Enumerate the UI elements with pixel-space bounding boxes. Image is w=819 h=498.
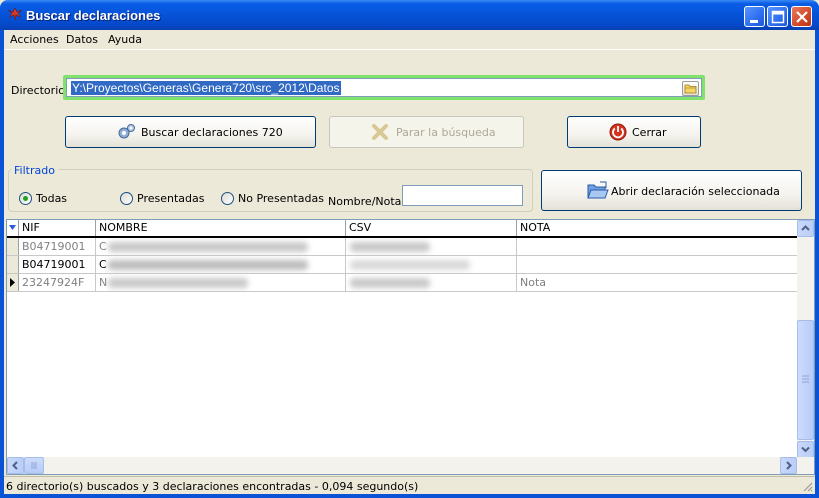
radio-no-presentadas-label: No Presentadas bbox=[238, 192, 324, 205]
open-declaration-button[interactable]: Abrir declaración seleccionada bbox=[541, 170, 802, 211]
status-bar: 6 directorio(s) buscados y 3 declaracion… bbox=[4, 476, 815, 494]
menu-datos[interactable]: Datos bbox=[66, 33, 98, 46]
directory-label: Directorio: bbox=[11, 84, 69, 97]
column-header-nif[interactable]: NIF bbox=[19, 220, 96, 236]
app-icon bbox=[7, 8, 23, 21]
menu-bar: Acciones Datos Ayuda bbox=[4, 30, 815, 50]
folder-icon bbox=[684, 84, 697, 94]
open-folder-icon bbox=[587, 181, 609, 199]
row-pointer-icon bbox=[10, 278, 15, 287]
cell-csv bbox=[346, 238, 517, 255]
horizontal-scroll-thumb[interactable] bbox=[24, 457, 44, 474]
stop-cross-icon bbox=[372, 124, 388, 140]
power-icon bbox=[609, 123, 627, 141]
filter-legend: Filtrado bbox=[11, 164, 58, 177]
cell-nif: B04719001 bbox=[19, 238, 96, 255]
scroll-right-button[interactable] bbox=[780, 457, 797, 474]
current-row-indicator[interactable] bbox=[7, 274, 19, 291]
cell-nombre: N bbox=[96, 274, 346, 291]
declarations-grid[interactable]: NIF NOMBRE CSV NOTA B04719001 C B0471900… bbox=[6, 219, 815, 475]
cell-nombre: C bbox=[96, 238, 346, 255]
menu-acciones[interactable]: Acciones bbox=[10, 33, 59, 46]
chevron-up-icon bbox=[801, 225, 810, 231]
cell-nombre-text: C bbox=[99, 258, 107, 271]
redacted-blur bbox=[108, 260, 308, 270]
radio-todas-label: Todas bbox=[36, 192, 68, 205]
directory-field[interactable]: Y:\Proyectos\Generas\Genera720\src_2012\… bbox=[63, 75, 705, 100]
cell-nif: 23247924F bbox=[19, 274, 96, 291]
close-button[interactable]: Cerrar bbox=[567, 116, 701, 148]
radio-circle[interactable] bbox=[120, 192, 133, 205]
redacted-blur bbox=[350, 260, 470, 270]
cell-nombre-text: N bbox=[99, 276, 108, 289]
stop-button-label: Parar la búsqueda bbox=[396, 126, 496, 139]
vertical-scroll-thumb[interactable] bbox=[797, 320, 814, 440]
menu-ayuda[interactable]: Ayuda bbox=[108, 33, 142, 46]
vertical-scrollbar[interactable] bbox=[797, 220, 814, 458]
redacted-blur bbox=[350, 278, 430, 288]
radio-circle[interactable] bbox=[19, 192, 32, 205]
minimize-button[interactable] bbox=[744, 6, 765, 27]
sort-down-icon bbox=[9, 225, 16, 230]
maximize-icon bbox=[771, 10, 785, 24]
redacted-blur bbox=[108, 242, 308, 252]
scroll-left-button[interactable] bbox=[7, 457, 24, 474]
radio-presentadas-label: Presentadas bbox=[137, 192, 205, 205]
row-indicator[interactable] bbox=[7, 238, 19, 255]
cell-nif: B04719001 bbox=[19, 256, 96, 273]
window-title: Buscar declaraciones bbox=[26, 8, 161, 23]
gears-icon bbox=[118, 124, 135, 139]
cell-nota bbox=[517, 238, 797, 255]
cell-nota: Nota bbox=[520, 276, 547, 289]
maximize-button[interactable] bbox=[767, 6, 788, 27]
close-icon bbox=[796, 11, 808, 23]
column-header-csv[interactable]: CSV bbox=[346, 220, 517, 236]
row-indicator[interactable] bbox=[7, 256, 19, 273]
radio-selected-dot bbox=[23, 196, 28, 201]
cell-nota bbox=[517, 256, 797, 273]
cell-nombre-text: C bbox=[99, 240, 107, 253]
app-window: Buscar declaraciones Acciones Datos Ayud… bbox=[0, 0, 819, 498]
chevron-left-icon bbox=[12, 461, 18, 470]
resize-grip-icon[interactable] bbox=[801, 480, 813, 492]
status-text: 6 directorio(s) buscados y 3 declaracion… bbox=[6, 480, 419, 493]
cell-csv bbox=[346, 274, 517, 291]
table-row[interactable]: 23247924F N Nota bbox=[7, 274, 797, 292]
grip-lines-icon bbox=[31, 462, 37, 469]
client-area: Acciones Datos Ayuda Directorio: Y:\Proy… bbox=[4, 30, 815, 494]
table-row[interactable]: B04719001 C bbox=[7, 238, 797, 256]
directory-input-box[interactable]: Y:\Proyectos\Generas\Genera720\src_2012\… bbox=[66, 78, 702, 97]
scroll-up-button[interactable] bbox=[797, 220, 814, 237]
redacted-blur bbox=[108, 278, 248, 288]
minimize-icon bbox=[750, 20, 758, 23]
radio-circle[interactable] bbox=[221, 192, 234, 205]
scroll-down-button[interactable] bbox=[797, 441, 814, 458]
open-button-label: Abrir declaración seleccionada bbox=[611, 185, 780, 198]
browse-folder-button[interactable] bbox=[682, 81, 699, 96]
name-note-input[interactable] bbox=[402, 185, 523, 206]
name-note-label: Nombre/Nota: bbox=[328, 195, 406, 208]
header-corner[interactable] bbox=[7, 220, 19, 236]
grid-header: NIF NOMBRE CSV NOTA bbox=[7, 220, 797, 238]
directory-input[interactable]: Y:\Proyectos\Generas\Genera720\src_2012\… bbox=[71, 81, 341, 95]
title-bar[interactable]: Buscar declaraciones bbox=[0, 0, 819, 30]
grip-lines-icon bbox=[802, 375, 809, 383]
search-declarations-button[interactable]: Buscar declaraciones 720 bbox=[65, 116, 316, 148]
close-button-label: Cerrar bbox=[632, 126, 667, 139]
close-window-button[interactable] bbox=[791, 6, 812, 27]
cell-nombre: C bbox=[96, 256, 346, 273]
table-row[interactable]: B04719001 C bbox=[7, 256, 797, 274]
column-header-nombre[interactable]: NOMBRE bbox=[96, 220, 346, 236]
chevron-right-icon bbox=[786, 461, 792, 470]
cell-csv bbox=[346, 256, 517, 273]
redacted-blur bbox=[350, 242, 430, 252]
chevron-down-icon bbox=[801, 446, 810, 453]
horizontal-scrollbar[interactable] bbox=[7, 457, 814, 474]
search-button-label: Buscar declaraciones 720 bbox=[141, 126, 283, 139]
column-header-nota[interactable]: NOTA bbox=[517, 220, 797, 236]
stop-search-button[interactable]: Parar la búsqueda bbox=[329, 116, 524, 148]
